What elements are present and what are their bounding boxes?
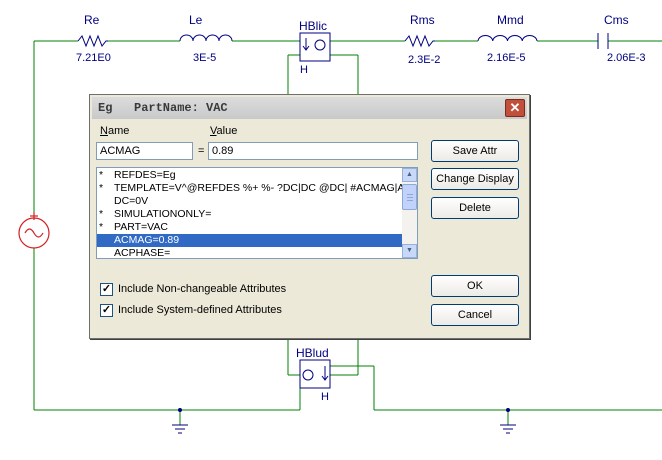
hblic-pin-label: H: [300, 64, 308, 76]
check-icon[interactable]: ✓: [100, 283, 113, 296]
scroll-up-icon[interactable]: ▲: [402, 168, 417, 182]
check-icon[interactable]: ✓: [100, 304, 113, 317]
re-label: Re: [84, 13, 100, 27]
value-label: Value: [210, 125, 238, 137]
attribute-row[interactable]: * TEMPLATE=V^@REFDES %+ %- ?DC|DC @DC| #A…: [97, 182, 402, 195]
list-scrollbar[interactable]: ▲ ▼: [402, 168, 417, 258]
scroll-down-icon[interactable]: ▼: [402, 244, 417, 258]
inductor-le: [179, 34, 233, 42]
inductor-mmd: [477, 34, 538, 42]
mmd-value: 2.16E-5: [487, 52, 526, 64]
resistor-re: [77, 34, 108, 48]
attribute-dialog: Eg PartName: VAC ✕ Name Value ACMAG = 0.…: [89, 94, 530, 339]
change-display-button[interactable]: Change Display: [431, 168, 519, 190]
re-value: 7.21E0: [76, 52, 111, 64]
hblic-label: HBlic: [299, 19, 328, 33]
value-field[interactable]: 0.89: [208, 142, 418, 160]
name-label: Name: [100, 125, 130, 137]
hblud-label: HBlud: [296, 346, 329, 360]
attribute-row[interactable]: * SIMULATIONONLY=: [97, 208, 402, 221]
ac-voltage-source: [18, 212, 50, 249]
scroll-thumb[interactable]: [402, 184, 417, 210]
attributes-listbox[interactable]: * REFDES=Eg * TEMPLATE=V^@REFDES %+ %- ?DC…: [96, 167, 418, 259]
rms-label: Rms: [410, 13, 435, 27]
hblud-pin-label: H: [321, 391, 329, 403]
attribute-row[interactable]: * PART=VAC: [97, 221, 402, 234]
mmd-label: Mmd: [497, 13, 524, 27]
cms-label: Cms: [604, 13, 629, 27]
junction-right: [506, 408, 510, 412]
le-value: 3E-5: [193, 52, 217, 64]
attribute-row[interactable]: DC=0V: [97, 195, 402, 208]
attribute-row-selected[interactable]: ACMAG=0.89: [97, 234, 402, 247]
attribute-row[interactable]: ACPHASE=: [97, 247, 402, 258]
dialog-titlebar[interactable]: Eg PartName: VAC ✕: [92, 97, 527, 119]
checkbox-label: Include System-defined Attributes: [118, 304, 282, 316]
save-attr-button[interactable]: Save Attr: [431, 140, 519, 162]
equals-sign: =: [198, 145, 205, 157]
ground-right: [500, 424, 516, 434]
ok-button[interactable]: OK: [431, 275, 519, 297]
dialog-title: Eg PartName: VAC: [98, 101, 228, 115]
attribute-row[interactable]: * REFDES=Eg: [97, 169, 402, 182]
rms-value: 2.3E-2: [408, 54, 441, 66]
checkbox-label: Include Non-changeable Attributes: [118, 283, 287, 295]
cancel-button[interactable]: Cancel: [431, 304, 519, 326]
ground-left: [172, 424, 188, 434]
resistor-rms: [404, 34, 435, 48]
cms-value: 2.06E-3: [607, 52, 646, 64]
le-label: Le: [189, 13, 203, 27]
junction-left: [178, 408, 182, 412]
close-icon: ✕: [509, 100, 521, 115]
close-button[interactable]: ✕: [505, 99, 525, 117]
name-field[interactable]: ACMAG: [96, 142, 193, 160]
delete-button[interactable]: Delete: [431, 197, 519, 219]
